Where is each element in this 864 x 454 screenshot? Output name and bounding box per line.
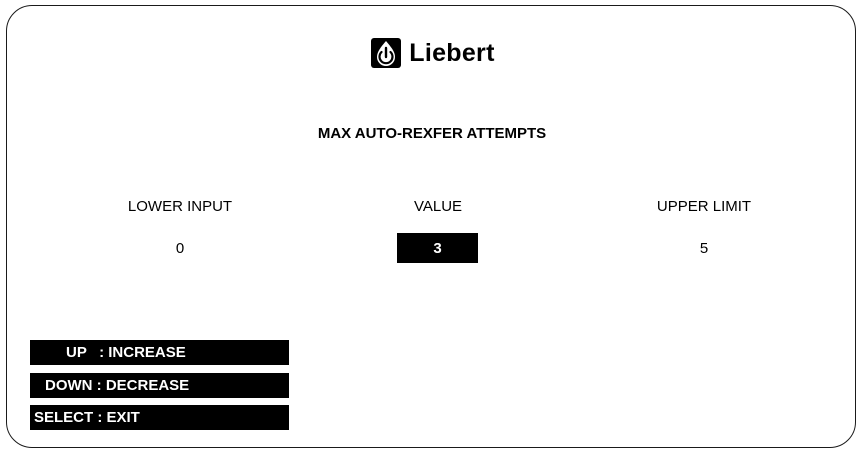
select-exit-key[interactable]: SELECT : EXIT: [30, 405, 289, 430]
current-value-field[interactable]: 3: [397, 233, 478, 263]
brand-name: Liebert: [409, 38, 495, 67]
current-value: 3: [433, 239, 442, 257]
page-title: MAX AUTO-REXFER ATTEMPTS: [317, 125, 547, 142]
lower-input-value: 0: [175, 240, 185, 257]
lower-input-label: LOWER INPUT: [127, 198, 233, 215]
liebert-logo: Liebert: [0, 33, 864, 73]
up-increase-key[interactable]: UP : INCREASE: [30, 340, 289, 365]
upper-limit-value: 5: [699, 240, 709, 257]
power-drop-icon: [371, 38, 402, 68]
value-label: VALUE: [413, 198, 463, 215]
upper-limit-label: UPPER LIMIT: [656, 198, 752, 215]
down-decrease-key[interactable]: DOWN : DECREASE: [30, 373, 289, 398]
